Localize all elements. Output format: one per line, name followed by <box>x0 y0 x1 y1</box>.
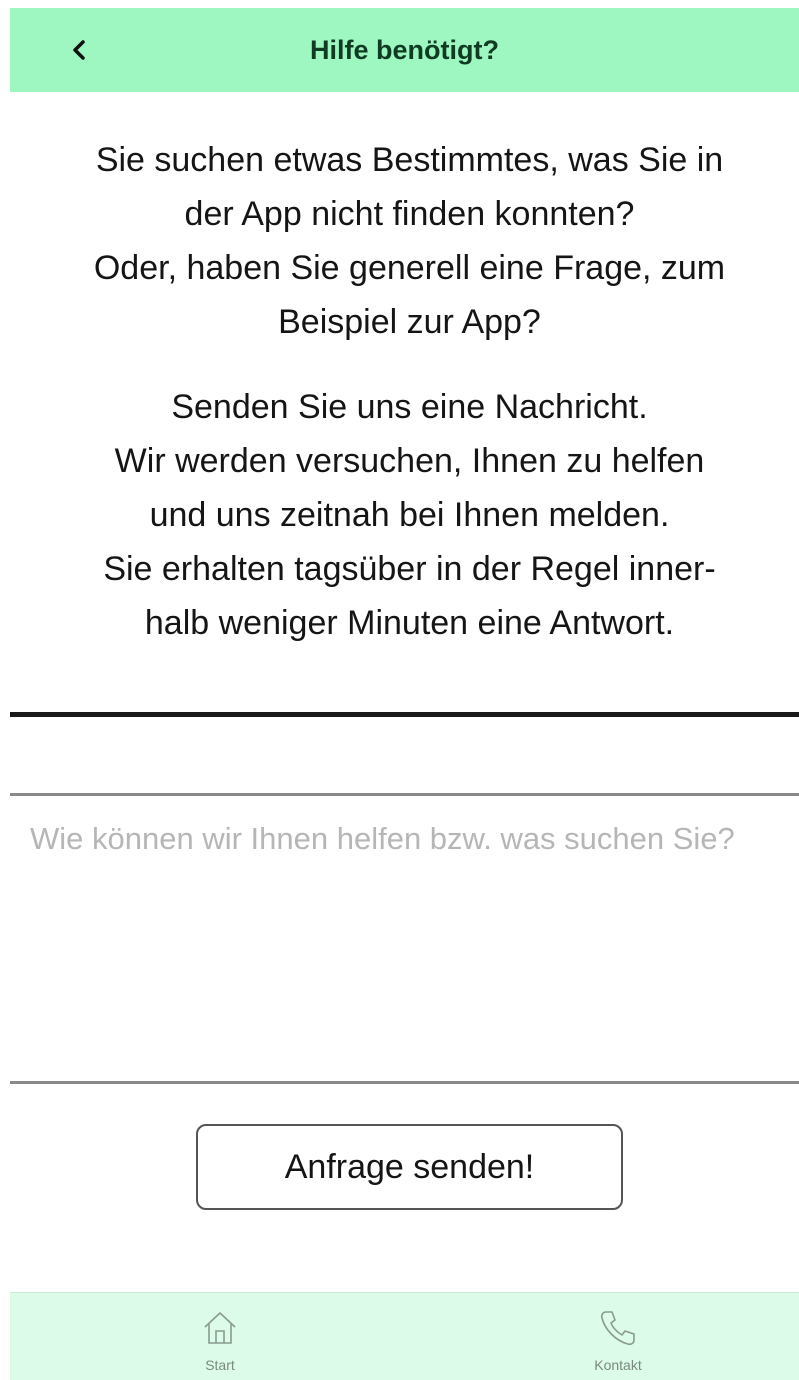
send-request-button[interactable]: Anfrage senden! <box>196 1124 623 1210</box>
back-button[interactable] <box>54 22 104 78</box>
intro-line: halb weniger Minuten eine Antwort. <box>144 604 675 642</box>
intro-line: Beispiel zur App? <box>278 303 541 341</box>
intro-question-text: Sie suchen etwas Bestimmtes, was Sie in … <box>30 133 789 349</box>
home-icon <box>199 1307 241 1349</box>
intro-contact-text: Senden Sie uns eine Nachricht. Wir werde… <box>30 380 789 650</box>
intro-line: und uns zeitnah bei Ihnen melden. <box>149 496 670 534</box>
tab-start[interactable]: Start <box>150 1293 290 1380</box>
header-bar: Hilfe benötigt? <box>10 8 799 92</box>
intro-line: Wir werden versuchen, Ihnen zu helfen <box>114 442 705 480</box>
field-bottom-border <box>10 1081 799 1084</box>
intro-line: Sie erhalten tagsüber in der Regel inner… <box>103 550 716 588</box>
intro-line: Oder, haben Sie generell eine Frage, zum <box>93 249 726 287</box>
tab-kontakt[interactable]: Kontakt <box>548 1293 688 1380</box>
tab-label: Kontakt <box>594 1357 642 1373</box>
section-divider <box>10 712 799 717</box>
tab-label: Start <box>205 1357 235 1373</box>
message-input[interactable] <box>10 798 799 1078</box>
intro-line: Sie suchen etwas Bestimmtes, was Sie in <box>95 141 724 179</box>
field-top-border <box>10 793 799 796</box>
phone-icon <box>597 1307 639 1349</box>
bottom-tab-bar: Start Kontakt <box>10 1292 799 1380</box>
intro-line: der App nicht finden konnten? <box>184 195 635 233</box>
chevron-left-icon <box>71 39 87 61</box>
intro-line: Senden Sie uns eine Nachricht. <box>171 388 648 426</box>
page-title: Hilfe benötigt? <box>310 35 499 65</box>
